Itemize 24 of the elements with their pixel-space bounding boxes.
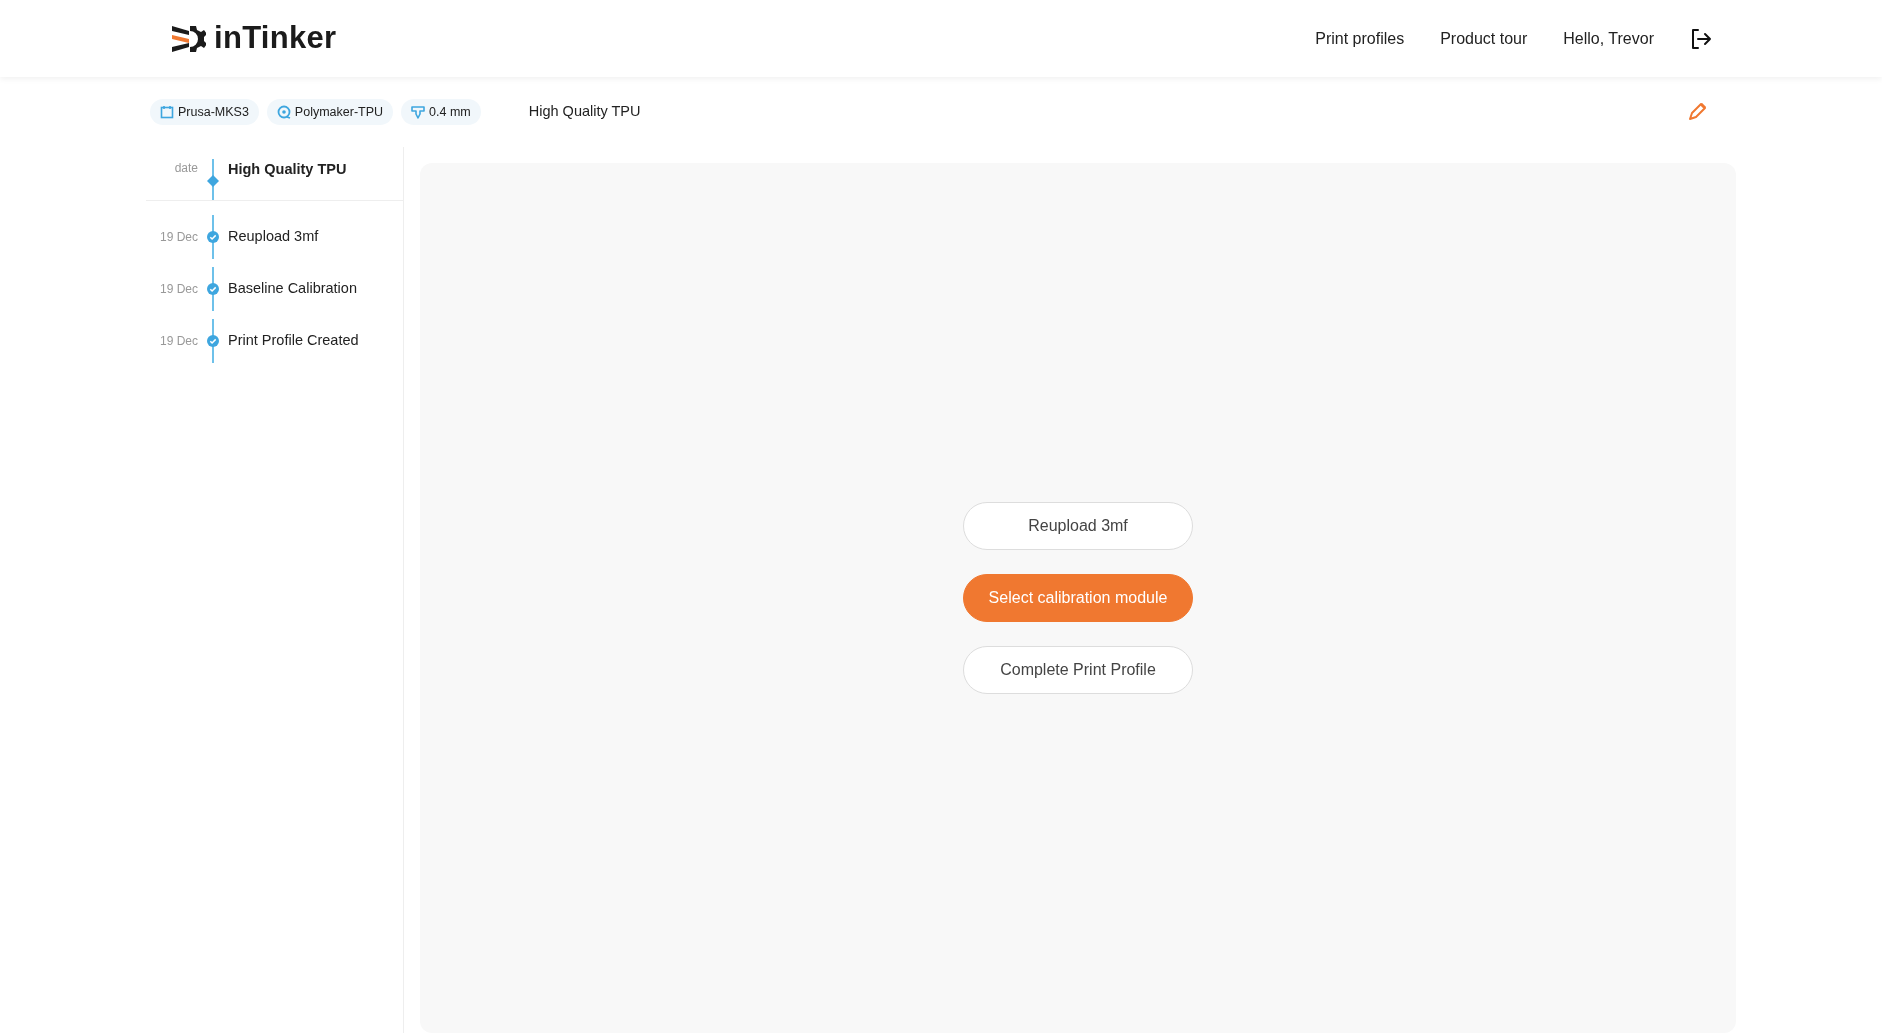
nav-link[interactable]: Hello, Trevor [1563, 26, 1654, 51]
brand-name[interactable]: inTinker [214, 15, 337, 62]
date-label: 19 Dec [158, 229, 198, 246]
step-label[interactable]: Print Profile Created [228, 330, 359, 352]
profile-title: High Quality TPU [528, 102, 641, 122]
action-button[interactable]: Complete Print Profile [963, 646, 1193, 694]
step-label[interactable]: Baseline Calibration [228, 278, 357, 300]
nozzle-icon [411, 105, 426, 119]
logout-icon[interactable] [1690, 27, 1712, 50]
diamond-icon [207, 175, 219, 187]
date-label: 19 Dec [158, 281, 198, 298]
edit-icon[interactable] [1686, 101, 1708, 123]
date-label: date [173, 160, 198, 177]
profile-name: High Quality TPU [228, 160, 347, 179]
spool-icon [276, 105, 291, 119]
tag: 0.4 mm [401, 98, 481, 126]
nav-link[interactable]: Print profiles [1315, 26, 1405, 51]
printer-icon [160, 105, 174, 119]
tag: Prusa-MKS3 [150, 98, 259, 126]
step-label[interactable]: Reupload 3mf [228, 226, 319, 248]
nav-link[interactable]: Product tour [1440, 26, 1528, 51]
date-label: 19 Dec [158, 333, 198, 350]
action-button[interactable]: Reupload 3mf [963, 502, 1193, 550]
tag: Polymaker-TPU [266, 98, 394, 126]
